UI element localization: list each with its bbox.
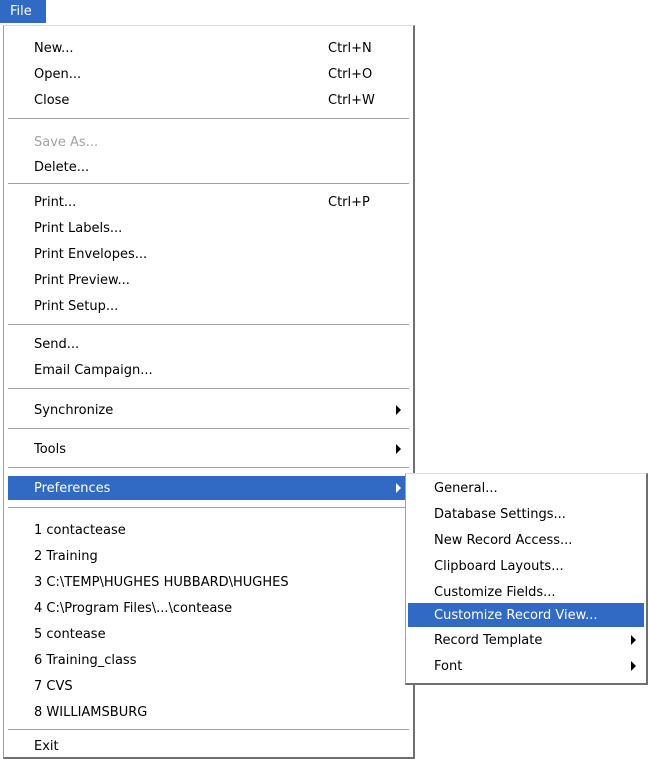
menu-item-close[interactable]: Close Ctrl+W xyxy=(8,88,409,112)
shortcut-close: Ctrl+W xyxy=(328,92,375,108)
submenu-arrow-icon xyxy=(631,661,636,671)
file-dropdown-menu: New... Ctrl+N Open... Ctrl+O Close Ctrl+… xyxy=(3,25,415,759)
submenu-item-general[interactable]: General... xyxy=(408,476,644,500)
preferences-submenu: General... Database Settings... New Reco… xyxy=(405,473,648,685)
menu-item-exit[interactable]: Exit xyxy=(8,734,409,758)
menu-item-print-envelopes[interactable]: Print Envelopes... xyxy=(8,242,409,266)
recent-file-item[interactable]: 6 Training_class xyxy=(8,648,409,672)
recent-file-item[interactable]: 5 contease xyxy=(8,622,409,646)
recent-file-item[interactable]: 2 Training xyxy=(8,544,409,568)
recent-file-item[interactable]: 4 C:\Program Files\...\contease xyxy=(8,596,409,620)
recent-file-item[interactable]: 3 C:\TEMP\HUGHES HUBBARD\HUGHES xyxy=(8,570,409,594)
submenu-item-new-record-access[interactable]: New Record Access... xyxy=(408,528,644,552)
menu-item-synchronize[interactable]: Synchronize xyxy=(8,398,409,422)
submenu-item-clipboard-layouts[interactable]: Clipboard Layouts... xyxy=(408,554,644,578)
submenu-arrow-icon xyxy=(396,444,401,454)
menu-separator xyxy=(8,729,409,731)
menu-item-preferences[interactable]: Preferences xyxy=(8,476,409,500)
menu-separator xyxy=(8,118,409,120)
menu-item-print-labels[interactable]: Print Labels... xyxy=(8,216,409,240)
submenu-arrow-icon xyxy=(396,405,401,415)
menu-separator xyxy=(8,183,409,185)
menu-item-send[interactable]: Send... xyxy=(8,332,409,356)
file-menu[interactable]: File xyxy=(0,0,46,23)
submenu-item-customize-fields[interactable]: Customize Fields... xyxy=(408,580,644,604)
menu-separator xyxy=(8,507,409,509)
menu-separator xyxy=(8,324,409,326)
submenu-arrow-icon xyxy=(396,483,401,493)
file-menu-label: File xyxy=(10,4,32,19)
menu-separator xyxy=(8,467,409,469)
menu-item-delete[interactable]: Delete... xyxy=(8,155,409,179)
recent-file-item[interactable]: 7 CVS xyxy=(8,674,409,698)
menu-separator xyxy=(8,388,409,390)
menu-item-email-campaign[interactable]: Email Campaign... xyxy=(8,358,409,382)
submenu-item-record-template[interactable]: Record Template xyxy=(408,628,644,652)
shortcut-open: Ctrl+O xyxy=(328,66,373,82)
submenu-item-customize-record-view[interactable]: Customize Record View... xyxy=(408,603,644,627)
submenu-item-font[interactable]: Font xyxy=(408,654,644,678)
menu-item-save-as: Save As... xyxy=(34,134,99,150)
menu-item-open[interactable]: Open... Ctrl+O xyxy=(8,62,409,86)
menu-item-new[interactable]: New... Ctrl+N xyxy=(8,36,409,60)
menu-item-print[interactable]: Print... Ctrl+P xyxy=(8,190,409,214)
shortcut-new: Ctrl+N xyxy=(328,40,372,56)
menu-item-tools[interactable]: Tools xyxy=(8,437,409,461)
menu-item-print-setup[interactable]: Print Setup... xyxy=(8,294,409,318)
submenu-arrow-icon xyxy=(631,635,636,645)
recent-file-item[interactable]: 8 WILLIAMSBURG xyxy=(8,700,409,724)
menu-separator xyxy=(8,428,409,430)
shortcut-print: Ctrl+P xyxy=(328,194,370,210)
menu-item-print-preview[interactable]: Print Preview... xyxy=(8,268,409,292)
submenu-item-database-settings[interactable]: Database Settings... xyxy=(408,502,644,526)
recent-file-item[interactable]: 1 contactease xyxy=(8,518,409,542)
